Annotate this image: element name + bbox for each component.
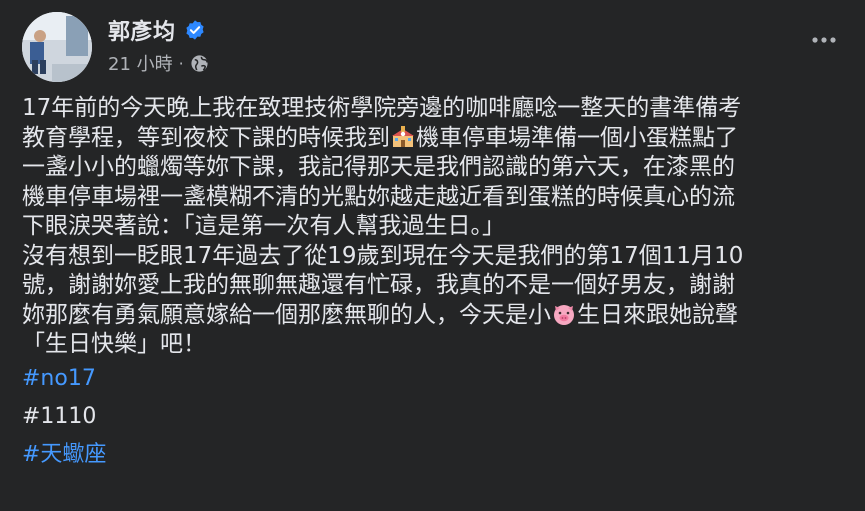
post-card: 郭彥均 21 小時 · 17年前的今天晚上我在致理技術學院旁邊的咖啡廳唸一整天的… [0, 0, 865, 511]
pig-face-emoji-icon [554, 304, 574, 325]
meta-separator: · [178, 53, 184, 73]
post-text-line: 17年前的今天晚上我在致理技術學院旁邊的咖啡廳唸一整天的書準備考 [22, 95, 742, 121]
author-name[interactable]: 郭彥均 [108, 14, 176, 46]
more-options-button[interactable] [806, 22, 842, 58]
post-body: 17年前的今天晚上我在致理技術學院旁邊的咖啡廳唸一整天的書準備考 教育學程，等到… [22, 94, 852, 474]
post-timestamp[interactable]: 21 小時 [108, 50, 173, 76]
post-text-segment: 妳那麼有勇氣願意嫁給一個那麼無聊的人，今天是小 [22, 301, 551, 328]
post-text-line: 教育學程，等到夜校下課的時候我到 機車停車場準備一個小蛋糕點了 [22, 124, 852, 154]
hashtag-link[interactable]: #no17 [22, 366, 96, 391]
post-text-segment: 教育學程，等到夜校下課的時候我到 [22, 124, 390, 151]
post-text-line: 機車停車場裡一盞模糊不清的光點妳越走越近看到蛋糕的時候真心的流 [22, 183, 735, 210]
verified-badge-icon [185, 20, 204, 40]
hashtag-link[interactable]: #天蠍座 [22, 442, 106, 467]
school-emoji-icon [392, 125, 414, 147]
avatar-photo-icon [22, 12, 92, 82]
profile-avatar[interactable] [22, 12, 92, 82]
post-text-line: 號，謝謝妳愛上我的無聊無趣還有忙碌，我真的不是一個好男友，謝謝 [22, 272, 735, 298]
post-text-line: 「生日快樂」吧！ [22, 331, 206, 357]
post-text-line: 沒有想到一眨眼17年過去了從19歲到現在今天是我們的第17個11月10 [22, 242, 744, 269]
post-text-segment: 生日來跟她說聲 [577, 301, 738, 328]
hashtag-text: #1110 [22, 403, 97, 429]
post-text-segment: 機車停車場準備一個小蛋糕點了 [416, 124, 738, 151]
post-text-line: 下眼淚哭著說：「這是第一次有人幫我過生日。」 [22, 213, 505, 239]
more-options-icon [812, 37, 836, 43]
hashtag-list: #no17 #1110 #天蠍座 [22, 360, 852, 474]
post-header: 郭彥均 21 小時 · [22, 12, 842, 82]
post-text-line: 妳那麼有勇氣願意嫁給一個那麼無聊的人，今天是小 生日來跟她說聲 [22, 301, 852, 331]
post-text-line: 一盞小小的蠟燭等妳下課，我記得那天是我們認識的第六天，在漆黑的 [22, 154, 735, 180]
globe-icon[interactable] [190, 54, 209, 73]
